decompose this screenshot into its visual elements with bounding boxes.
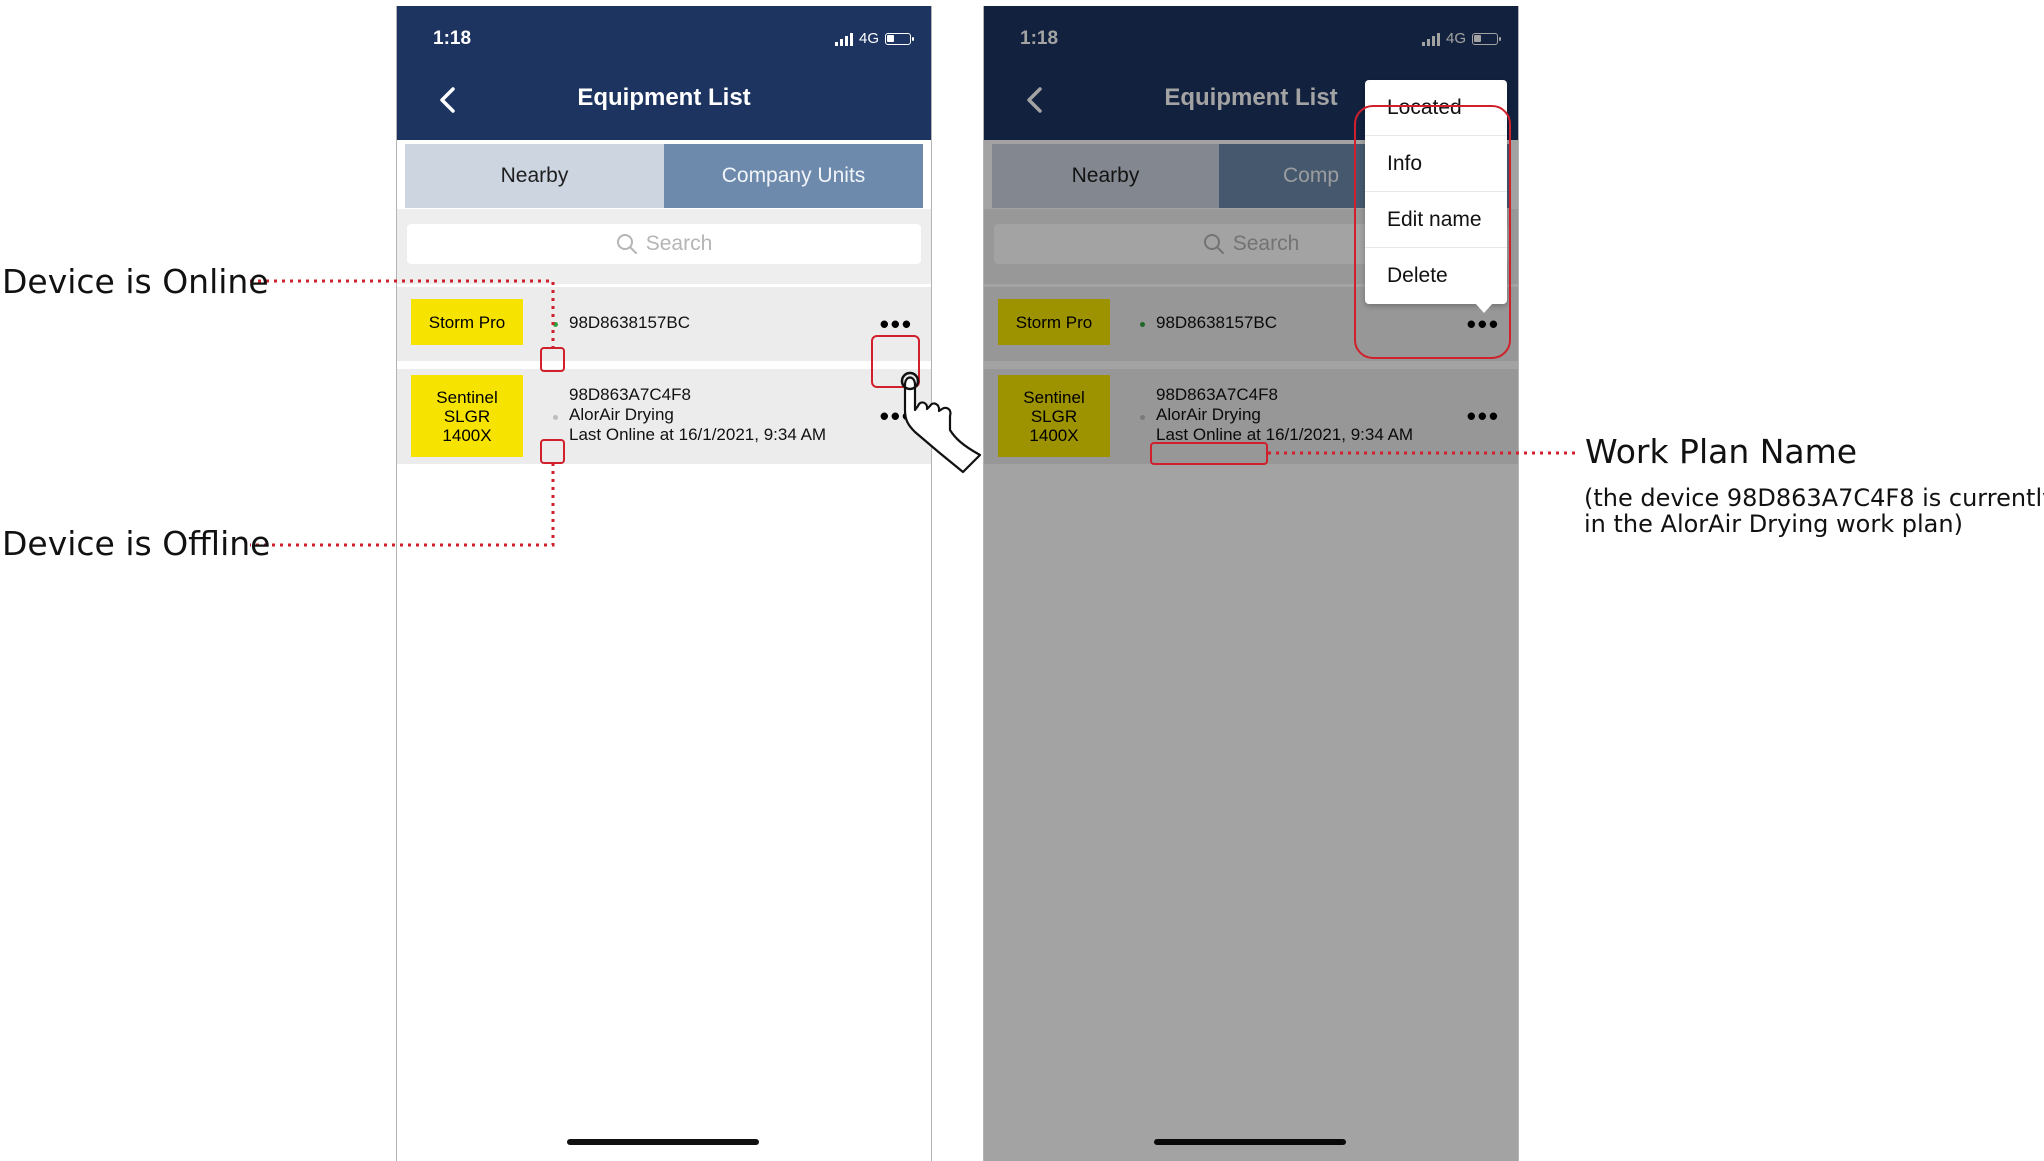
- work-plan-note-line: in the AlorAir Drying work plan): [1584, 510, 1963, 538]
- work-plan-callout-note: (the device 98D863A7C4F8 is currently in…: [1584, 485, 2044, 537]
- online-dot-highlight: [540, 347, 565, 372]
- offline-callout-line: [250, 463, 555, 547]
- popup-menu-highlight: [1354, 105, 1511, 359]
- work-plan-highlight: [1150, 442, 1268, 465]
- work-plan-callout-title: Work Plan Name: [1585, 432, 1858, 471]
- annotation-layer: [250, 105, 1575, 547]
- tap-hand-icon: [900, 371, 982, 474]
- online-callout-label: Device is Online: [2, 262, 269, 301]
- online-callout-line: [250, 279, 555, 348]
- offline-callout-label: Device is Offline: [2, 524, 271, 563]
- offline-dot-highlight: [540, 439, 565, 464]
- work-plan-note-line: (the device 98D863A7C4F8 is currently: [1584, 484, 2044, 512]
